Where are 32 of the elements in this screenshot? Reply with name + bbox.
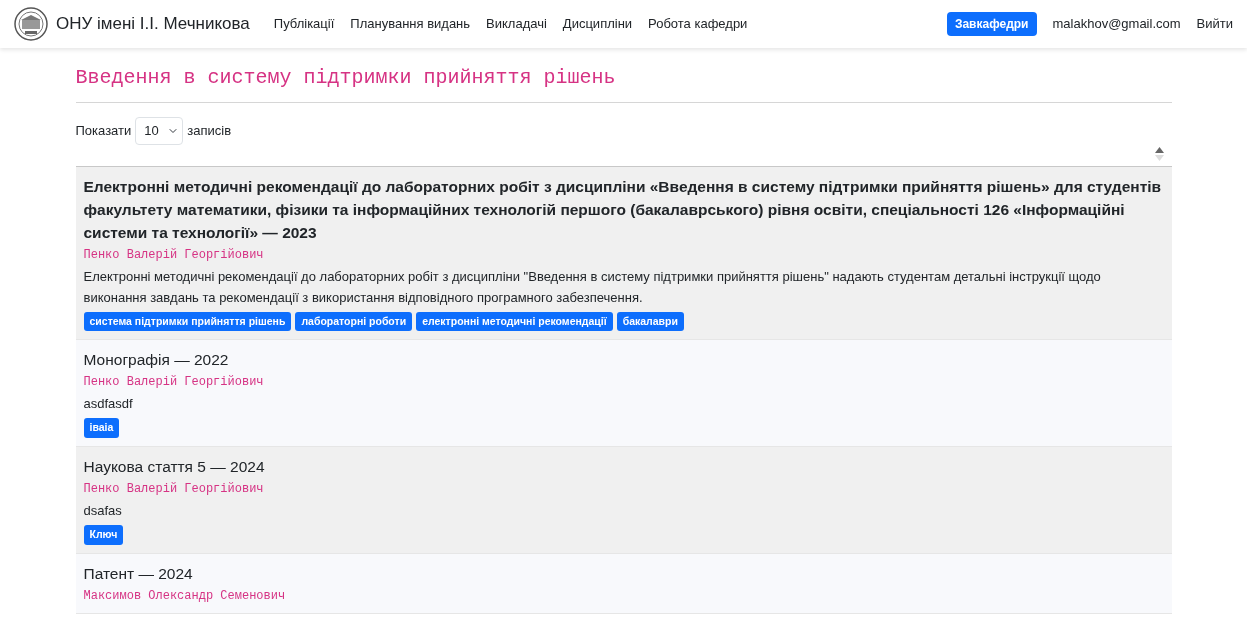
show-label: Показати	[75, 122, 132, 140]
author-name: Пенко Валерій Георгійович	[83, 246, 265, 264]
nav-link[interactable]: Викладачі	[486, 14, 547, 34]
publication-title: Монографія — 2022	[83, 350, 230, 371]
keyword-tag: іваіа	[83, 418, 120, 438]
publication-title: Патент — 2024	[83, 563, 194, 584]
publication-description: Електронні методичні рекомендації до лабораторних робіт з дисципліни "Введення в систему підтримки прийняття рішень" надають студентам детальні інструкції щодо виконання завдань та рекомендації з використання відповідного програмного забезпечення.	[83, 267, 1102, 307]
nav-link[interactable]: Дисципліни	[562, 14, 633, 34]
keyword-tag: бакалаври	[616, 311, 684, 332]
entries-select[interactable]: 10	[135, 117, 184, 145]
nav-link[interactable]: Робота кафедри	[648, 14, 748, 34]
author-name: Пенко Валерій Георгійович	[83, 481, 265, 498]
keyword-tag: Ключ	[83, 525, 124, 545]
role-badge: Завкафедри	[946, 12, 1037, 36]
brand-link[interactable]: ОНУ імені І.І. Мечникова	[14, 7, 250, 41]
nav-link[interactable]: Публікації	[273, 14, 335, 34]
sort-icon[interactable]	[1154, 146, 1164, 161]
keyword-tag: лабораторні роботи	[295, 311, 413, 332]
publication-title: Наукова стаття 5 — 2024	[83, 457, 266, 477]
nav-link[interactable]: Планування видань	[350, 14, 471, 34]
keyword-tag: електронні методичні рекомендації	[416, 311, 613, 332]
logout-link[interactable]: Вийти	[1196, 14, 1233, 34]
page-title: Введення в систему підтримки прийняття рішень	[75, 66, 1172, 103]
author-name: Максимов Олександр Семенович	[83, 587, 287, 605]
keyword-tag: система підтримки прийняття рішень	[83, 311, 292, 332]
publication-description: asdfasdf	[83, 395, 134, 414]
author-name: Пенко Валерій Георгійович	[83, 374, 265, 392]
entries-label: записів	[187, 122, 232, 140]
user-email: malakhov@gmail.com	[1052, 15, 1181, 34]
university-logo-icon	[14, 7, 48, 41]
publication-description: dsafas	[83, 502, 123, 520]
publication-title: Електронні методичні рекомендації до лабораторних робіт з дисципліни «Введення в систему підтримки прийняття рішень» для студентів факультету математики, фізики та інформаційних технологій першого (бакалаврського) рівня освіти, спеціальності 126 «Інформаційні системи та технології» — 2023	[83, 176, 1163, 243]
